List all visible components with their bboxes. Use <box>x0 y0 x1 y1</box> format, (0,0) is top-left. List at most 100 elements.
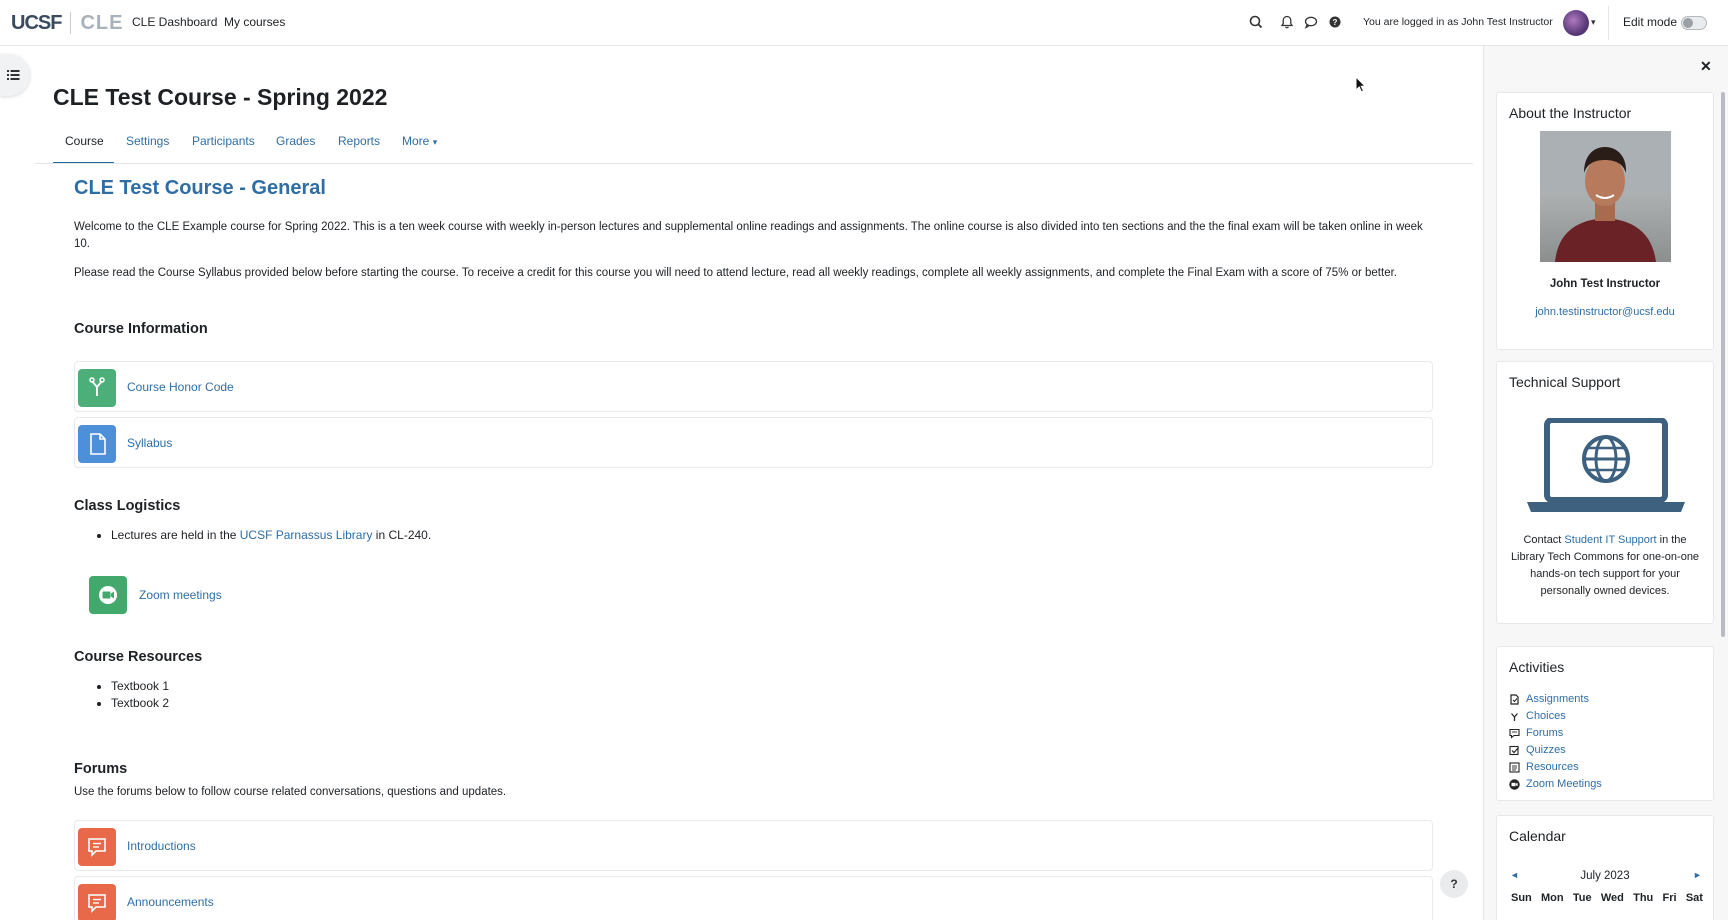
logo-ucsf: UCSF <box>11 11 62 34</box>
activity-label[interactable]: Zoom meetings <box>139 588 222 602</box>
calendar-month: July 2023 <box>1580 870 1630 882</box>
activity-label[interactable]: Introductions <box>127 839 196 853</box>
top-navbar: UCSF CLE CLE Dashboard My courses ? You … <box>0 0 1728 46</box>
resources-list: Textbook 1 Textbook 2 <box>111 678 169 712</box>
forum-icon <box>78 828 116 866</box>
block-title: About the Instructor <box>1509 105 1632 121</box>
user-avatar[interactable] <box>1563 10 1589 36</box>
mouse-cursor-icon <box>1355 76 1367 93</box>
user-menu-chevron-icon[interactable]: ▾ <box>1591 17 1596 28</box>
drawer-scrollbar[interactable] <box>1721 92 1725 637</box>
block-title: Calendar <box>1509 828 1566 844</box>
support-text-part: Contact <box>1523 534 1565 546</box>
activity-zoom-meetings[interactable]: Zoom meetings <box>89 575 389 615</box>
activity-announcements[interactable]: Announcements <box>74 876 1433 920</box>
page-title: CLE Test Course - Spring 2022 <box>53 84 388 110</box>
search-icon[interactable] <box>1248 14 1264 30</box>
navbar-divider <box>1608 6 1609 40</box>
list-item: Lectures are held in the UCSF Parnassus … <box>111 527 431 544</box>
tab-reports[interactable]: Reports <box>338 134 380 148</box>
logistics-list: Lectures are held in the UCSF Parnassus … <box>111 527 431 544</box>
list-item: Textbook 2 <box>111 695 169 712</box>
quiz-icon <box>1509 745 1520 756</box>
logged-in-text: You are logged in as John Test Instructo… <box>1363 16 1553 28</box>
close-drawer-icon[interactable]: ✕ <box>1700 58 1712 75</box>
technical-support-block: Technical Support Contact Student IT Sup… <box>1496 361 1714 624</box>
weekday: Thu <box>1633 892 1654 904</box>
chevron-down-icon: ▾ <box>432 137 438 147</box>
nav-my-courses[interactable]: My courses <box>224 15 285 29</box>
edit-mode-toggle[interactable] <box>1681 16 1707 30</box>
list-item-label[interactable]: Zoom Meetings <box>1526 776 1602 793</box>
block-title: Technical Support <box>1509 374 1621 390</box>
bell-icon[interactable] <box>1279 14 1295 30</box>
tab-more[interactable]: More ▾ <box>402 134 437 148</box>
site-logo[interactable]: UCSF CLE <box>11 12 123 34</box>
forum-icon <box>1509 728 1520 739</box>
help-question-icon[interactable]: ? <box>1327 14 1343 30</box>
calendar-block: Calendar ◄ July 2023 ► Sun Mon Tue Wed T… <box>1496 815 1714 920</box>
intro-paragraph-2: Please read the Course Syllabus provided… <box>74 267 1397 279</box>
list-item: Textbook 1 <box>111 678 169 695</box>
activity-course-honor-code[interactable]: Course Honor Code <box>74 361 1433 412</box>
weekday: Sun <box>1511 892 1532 904</box>
about-instructor-block: About the Instructor John Test Instructo… <box>1496 92 1714 350</box>
list-item-label[interactable]: Quizzes <box>1526 742 1566 759</box>
list-item-label[interactable]: Resources <box>1526 759 1579 776</box>
calendar-next-icon[interactable]: ► <box>1693 870 1702 880</box>
weekday: Sat <box>1685 892 1703 904</box>
activity-label[interactable]: Syllabus <box>127 436 172 450</box>
activities-block: Activities Assignments Choices Forums Qu… <box>1496 646 1714 801</box>
course-information-heading: Course Information <box>74 321 208 337</box>
tab-course[interactable]: Course <box>65 134 104 148</box>
assignment-icon <box>1509 694 1520 705</box>
choice-icon <box>78 369 116 407</box>
weekday: Fri <box>1662 892 1677 904</box>
student-it-support-link[interactable]: Student IT Support <box>1564 534 1656 546</box>
instructor-name: John Test Instructor <box>1549 278 1661 290</box>
tab-participants[interactable]: Participants <box>192 134 255 148</box>
instructor-email-link[interactable]: john.testinstructor@ucsf.edu <box>1497 306 1713 318</box>
forum-icon <box>78 884 116 920</box>
choice-icon <box>1509 711 1520 722</box>
support-text: Contact Student IT Support in the Librar… <box>1507 532 1703 600</box>
weekday: Mon <box>1541 892 1564 904</box>
course-index-toggle-button[interactable] <box>0 54 30 96</box>
logo-divider <box>70 12 72 34</box>
calendar-weekdays: Sun Mon Tue Wed Thu Fri Sat <box>1511 892 1703 904</box>
course-tabs: Course Settings Participants Grades Repo… <box>53 126 1473 164</box>
tab-settings[interactable]: Settings <box>126 134 169 148</box>
resource-icon <box>1509 762 1520 773</box>
tab-grades[interactable]: Grades <box>276 134 315 148</box>
list-item-label[interactable]: Assignments <box>1526 691 1589 708</box>
activity-introductions[interactable]: Introductions <box>74 820 1433 871</box>
video-camera-icon <box>89 576 127 614</box>
forums-description: Use the forums below to follow course re… <box>74 786 507 798</box>
block-title: Activities <box>1509 659 1565 675</box>
list-item-text: Lectures are held in the <box>111 528 240 542</box>
list-icon <box>7 70 20 80</box>
instructor-photo <box>1540 131 1671 262</box>
section-title[interactable]: CLE Test Course - General <box>74 177 326 200</box>
activity-label[interactable]: Announcements <box>127 895 214 909</box>
forums-heading: Forums <box>74 761 128 777</box>
list-item-label[interactable]: Choices <box>1526 708 1566 725</box>
laptop-globe-icon <box>1527 418 1685 512</box>
list-item-label[interactable]: Forums <box>1526 725 1563 742</box>
activity-syllabus[interactable]: Syllabus <box>74 417 1433 468</box>
chat-icon[interactable] <box>1303 14 1319 30</box>
svg-text:?: ? <box>1333 18 1338 27</box>
parnassus-library-link[interactable]: UCSF Parnassus Library <box>240 528 373 542</box>
logo-cle: CLE <box>80 11 124 34</box>
help-button[interactable]: ? <box>1440 870 1468 898</box>
class-logistics-heading: Class Logistics <box>74 498 181 514</box>
intro-paragraph-1: Welcome to the CLE Example course for Sp… <box>74 221 1423 250</box>
nav-cle-dashboard[interactable]: CLE Dashboard <box>132 15 217 29</box>
file-icon <box>78 425 116 463</box>
tab-more-label: More <box>402 134 430 148</box>
course-resources-heading: Course Resources <box>74 649 203 665</box>
weekday: Wed <box>1600 892 1624 904</box>
activity-label[interactable]: Course Honor Code <box>127 380 234 394</box>
video-camera-icon <box>1509 779 1520 790</box>
edit-mode-label: Edit mode <box>1623 15 1678 29</box>
